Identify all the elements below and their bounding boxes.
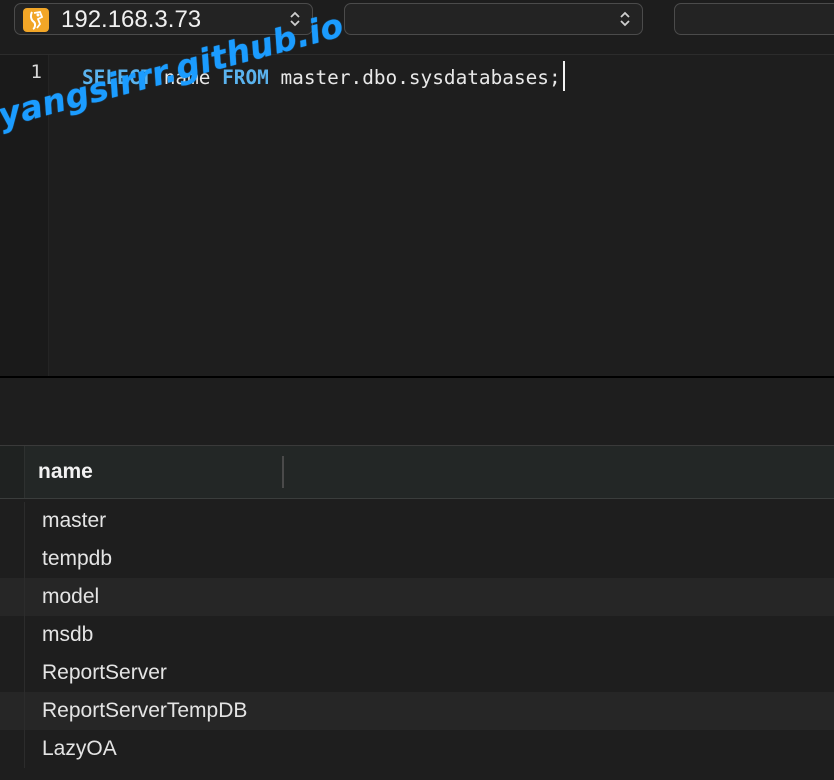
column-header-name[interactable]: name <box>38 460 93 484</box>
cell-name[interactable]: master <box>42 509 106 533</box>
row-gutter <box>0 654 25 692</box>
chevron-updown-icon <box>620 11 630 27</box>
sql-client-window: 192.168.3.73 1 SELECT name FROM master.d… <box>0 0 834 780</box>
row-gutter <box>0 540 25 578</box>
text-caret <box>562 61 565 91</box>
row-gutter <box>0 692 25 730</box>
cell-name[interactable]: model <box>42 585 99 609</box>
connection-label: 192.168.3.73 <box>61 6 202 33</box>
toolbar: 192.168.3.73 <box>0 0 834 55</box>
query-table: master.dbo.sysdatabases; <box>268 66 561 89</box>
database-app-icon <box>23 8 49 32</box>
column-resize-handle[interactable] <box>282 456 284 488</box>
database-select[interactable] <box>344 3 643 35</box>
schema-select[interactable] <box>674 3 834 35</box>
messages-area <box>0 378 834 446</box>
table-row[interactable]: LazyOA <box>0 730 834 768</box>
line-number: 1 <box>30 61 42 83</box>
results-grid: name master tempdb model msdb ReportServ… <box>0 446 834 780</box>
row-gutter <box>0 502 25 540</box>
cell-name[interactable]: LazyOA <box>42 737 117 761</box>
row-gutter <box>0 730 25 768</box>
cell-name[interactable]: tempdb <box>42 547 112 571</box>
row-gutter <box>0 578 25 616</box>
results-rows: master tempdb model msdb ReportServer Re… <box>0 502 834 768</box>
query-editor[interactable]: 1 SELECT name FROM master.dbo.sysdatabas… <box>0 55 834 376</box>
row-header-corner <box>0 446 25 498</box>
results-header: name <box>0 446 834 499</box>
table-row[interactable]: model <box>0 578 834 616</box>
row-gutter <box>0 616 25 654</box>
table-row[interactable]: ReportServerTempDB <box>0 692 834 730</box>
cell-name[interactable]: ReportServerTempDB <box>42 699 247 723</box>
table-row[interactable]: msdb <box>0 616 834 654</box>
table-row[interactable]: tempdb <box>0 540 834 578</box>
table-row[interactable]: ReportServer <box>0 654 834 692</box>
cell-name[interactable]: ReportServer <box>42 661 167 685</box>
cell-name[interactable]: msdb <box>42 623 93 647</box>
table-row[interactable]: master <box>0 502 834 540</box>
